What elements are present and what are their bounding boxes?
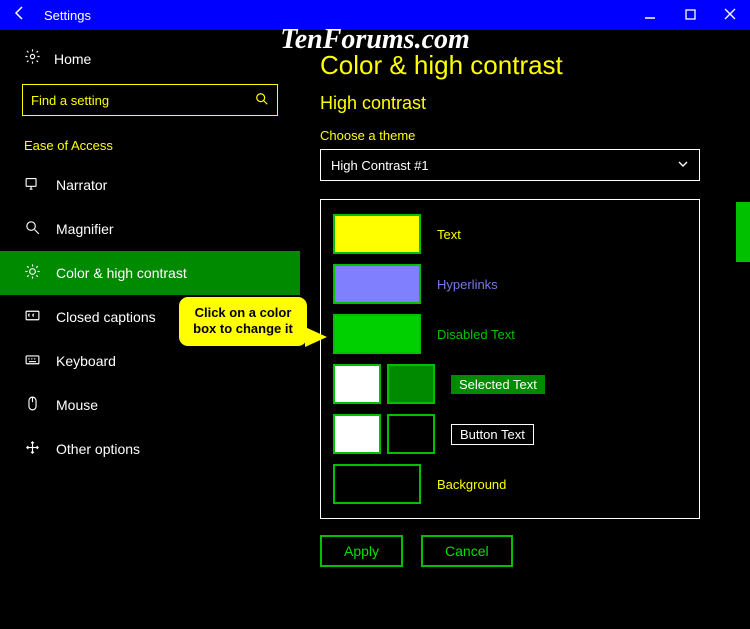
sidebar-item-label: Closed captions: [46, 309, 156, 325]
row-text: Text: [333, 214, 687, 254]
row-button: Button Text: [333, 414, 687, 454]
sidebar-item-other[interactable]: Other options: [0, 427, 300, 471]
swatch-hyperlinks[interactable]: [333, 264, 421, 304]
swatch-button-fg[interactable]: [333, 414, 381, 454]
row-background: Background: [333, 464, 687, 504]
back-button[interactable]: [0, 5, 40, 26]
section-header: Ease of Access: [0, 130, 300, 163]
swatch-button-bg[interactable]: [387, 414, 435, 454]
theme-dropdown[interactable]: High Contrast #1: [320, 149, 700, 181]
theme-label: Choose a theme: [320, 128, 740, 143]
gear-icon: [24, 48, 46, 70]
cancel-button[interactable]: Cancel: [421, 535, 513, 567]
search-field[interactable]: [31, 93, 255, 108]
swatch-disabled[interactable]: [333, 314, 421, 354]
swatch-selected-bg[interactable]: [387, 364, 435, 404]
swatch-text[interactable]: [333, 214, 421, 254]
theme-value: High Contrast #1: [331, 158, 429, 173]
sidebar-item-narrator[interactable]: Narrator: [0, 163, 300, 207]
swatch-background[interactable]: [333, 464, 421, 504]
home-link[interactable]: Home: [0, 42, 300, 80]
label-hyperlinks: Hyperlinks: [437, 277, 498, 292]
swatch-selected-fg[interactable]: [333, 364, 381, 404]
keyboard-icon: [24, 351, 46, 372]
brightness-icon: [24, 263, 46, 284]
chevron-down-icon: [677, 158, 689, 173]
label-disabled: Disabled Text: [437, 327, 515, 342]
window-title: Settings: [40, 8, 91, 23]
titlebar: Settings: [0, 0, 750, 30]
label-selected: Selected Text: [451, 375, 545, 394]
label-text: Text: [437, 227, 461, 242]
label-button: Button Text: [451, 424, 534, 445]
scrollbar-thumb[interactable]: [736, 202, 750, 262]
callout-tooltip: Click on a color box to change it: [178, 296, 308, 347]
sidebar-item-label: Narrator: [46, 177, 107, 193]
sidebar-item-label: Keyboard: [46, 353, 116, 369]
search-input[interactable]: [22, 84, 278, 116]
magnifier-icon: [24, 219, 46, 240]
sidebar-item-label: Other options: [46, 441, 140, 457]
sidebar-item-contrast[interactable]: Color & high contrast: [0, 251, 300, 295]
row-disabled: Disabled Text: [333, 314, 687, 354]
search-icon: [255, 92, 269, 109]
label-background: Background: [437, 477, 506, 492]
sidebar-item-label: Color & high contrast: [46, 265, 187, 281]
apply-button[interactable]: Apply: [320, 535, 403, 567]
sidebar-item-mouse[interactable]: Mouse: [0, 383, 300, 427]
sidebar-item-label: Magnifier: [46, 221, 114, 237]
row-hyperlinks: Hyperlinks: [333, 264, 687, 304]
home-label: Home: [46, 51, 91, 67]
captions-icon: [24, 307, 46, 328]
settings-window: Settings Home: [0, 0, 750, 629]
content-area: Home Ease of Access Narrator: [0, 30, 750, 629]
main-panel: Color & high contrast High contrast Choo…: [300, 30, 750, 629]
row-selected: Selected Text: [333, 364, 687, 404]
mouse-icon: [24, 395, 46, 416]
scrollbar[interactable]: [736, 52, 750, 629]
maximize-button[interactable]: [670, 8, 710, 23]
close-button[interactable]: [710, 8, 750, 23]
page-title: Color & high contrast: [320, 50, 740, 81]
sub-title: High contrast: [320, 93, 740, 114]
sidebar-item-label: Mouse: [46, 397, 98, 413]
minimize-button[interactable]: [630, 8, 670, 23]
color-grid: Text Hyperlinks Disabled Text Selected T…: [320, 199, 700, 519]
action-row: Apply Cancel: [320, 535, 740, 567]
sidebar-item-magnifier[interactable]: Magnifier: [0, 207, 300, 251]
plus-arrows-icon: [24, 439, 46, 460]
narrator-icon: [24, 175, 46, 196]
